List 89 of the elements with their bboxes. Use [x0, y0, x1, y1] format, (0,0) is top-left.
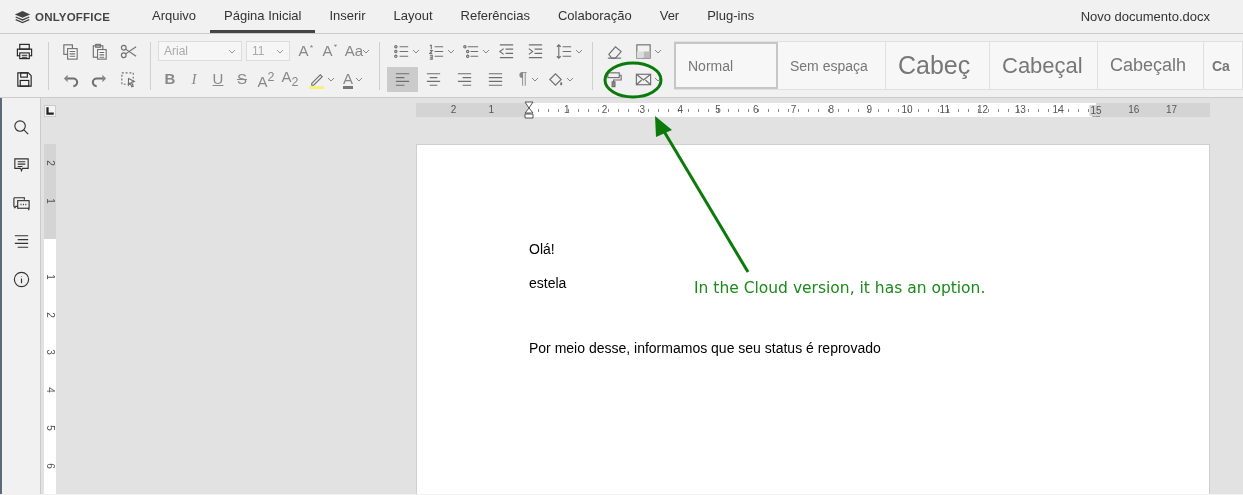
logo-icon	[14, 9, 31, 24]
italic-button[interactable]: I	[182, 69, 206, 89]
document-paragraph: estela	[529, 274, 567, 293]
menu-tab[interactable]: Ver	[645, 0, 694, 33]
document-title: Novo documento.docx	[1080, 9, 1210, 24]
menu-tab[interactable]: Referências	[446, 0, 544, 33]
ruler-number: 2	[449, 103, 458, 117]
ruler-number: 6	[752, 103, 760, 117]
caret-icon[interactable]	[327, 76, 335, 82]
caret-icon	[228, 48, 236, 54]
ruler-number: 7	[789, 103, 798, 117]
ruler-number: 9	[865, 103, 873, 117]
style-preset[interactable]: Normal	[674, 42, 778, 89]
annotation-text: In the Cloud version, it has an option.	[694, 279, 986, 297]
ruler-number: 1	[487, 103, 495, 117]
select-all-icon[interactable]	[119, 69, 138, 89]
ruler-number: 11	[938, 103, 951, 117]
copy-icon[interactable]	[61, 41, 80, 61]
highlight-ellipse	[603, 61, 663, 99]
line-spacing-icon[interactable]	[555, 41, 574, 61]
document-paragraph: Por meio desse, informamos que seu status é reprovado	[529, 339, 881, 358]
down-arrow-icon	[332, 44, 338, 48]
ruler-number: 5	[45, 425, 55, 431]
bold-button[interactable]: B	[158, 69, 182, 89]
ruler-number: 1	[45, 198, 55, 204]
ruler-number: 14	[1051, 103, 1065, 117]
ruler-number: 2	[600, 103, 609, 117]
ruler-number: 8	[827, 103, 836, 117]
caret-icon[interactable]	[447, 48, 455, 54]
ruler-number: 12	[976, 103, 990, 117]
grow-font-button[interactable]: A	[294, 41, 318, 61]
ruler-number: 1	[45, 274, 55, 280]
ruler-number: 1	[563, 103, 571, 117]
ruler-number: 15	[1089, 104, 1103, 116]
caret-icon[interactable]	[654, 76, 662, 82]
menu-tab[interactable]: Layout	[379, 0, 447, 33]
ruler-number: 17	[1165, 103, 1179, 117]
caret-icon[interactable]	[362, 48, 370, 54]
font-size-field[interactable]: 11	[246, 41, 290, 61]
ruler-number: 10	[900, 103, 914, 117]
indent-marker-icon[interactable]	[524, 101, 534, 119]
decrease-indent-icon[interactable]	[497, 41, 516, 61]
info-icon[interactable]	[11, 270, 31, 289]
menu-tab[interactable]: Colaboração	[543, 0, 646, 33]
paste-icon[interactable]	[90, 41, 109, 61]
caret-icon[interactable]	[654, 48, 662, 54]
ruler-number: 16	[1127, 103, 1141, 117]
caret-icon[interactable]	[355, 76, 363, 82]
chat-icon[interactable]	[11, 194, 31, 213]
align-left-button[interactable]	[387, 66, 418, 92]
caret-icon	[276, 48, 284, 54]
ruler-number: 4	[676, 103, 684, 117]
ruler-number: 5	[714, 103, 722, 117]
menu-tab[interactable]: Página Inicial	[210, 0, 316, 33]
change-case-button[interactable]: Aa	[342, 41, 366, 61]
ruler-number: 3	[45, 349, 55, 356]
ruler-number: 4	[45, 387, 55, 393]
subscript-button[interactable]: A$_{2}$	[278, 66, 302, 92]
caret-icon[interactable]	[531, 76, 539, 82]
ruler-number: 3	[638, 103, 647, 117]
caret-icon[interactable]	[575, 48, 583, 54]
shrink-font-button[interactable]: A	[318, 41, 342, 61]
font-color-button[interactable]: A	[337, 69, 359, 89]
ruler-number: 2	[45, 160, 55, 167]
paragraph-mark-button[interactable]: ¶	[511, 69, 535, 89]
up-arrow-icon	[308, 44, 314, 48]
menu-tab[interactable]: Inserir	[315, 0, 380, 33]
ruler-number: 13	[1013, 103, 1027, 117]
underline-button[interactable]: U	[206, 69, 230, 89]
print-icon[interactable]	[15, 41, 34, 61]
ruler-number: 6	[45, 463, 55, 469]
format-painter-icon[interactable]	[605, 69, 624, 89]
menu-tab[interactable]: Arquivo	[138, 0, 211, 33]
strikethrough-button[interactable]: S	[230, 69, 254, 89]
tab-stop-button[interactable]	[44, 105, 56, 117]
menu-tab[interactable]: Plug-ins	[693, 0, 769, 33]
font-name-field[interactable]: Arial	[158, 41, 242, 61]
caret-icon[interactable]	[412, 48, 420, 54]
save-icon[interactable]	[15, 69, 34, 89]
caret-icon[interactable]	[482, 48, 490, 54]
search-icon[interactable]	[11, 118, 31, 137]
caret-icon[interactable]	[566, 76, 574, 82]
comment-icon[interactable]	[11, 156, 31, 175]
ruler-number: 2	[45, 311, 55, 318]
app-logo: ONLYOFFICE	[35, 10, 111, 23]
superscript-button[interactable]: A$^{2}$	[254, 66, 278, 92]
increase-indent-icon[interactable]	[526, 41, 545, 61]
document-paragraph: Olá!	[529, 240, 555, 259]
color-scheme-icon[interactable]	[634, 41, 653, 61]
